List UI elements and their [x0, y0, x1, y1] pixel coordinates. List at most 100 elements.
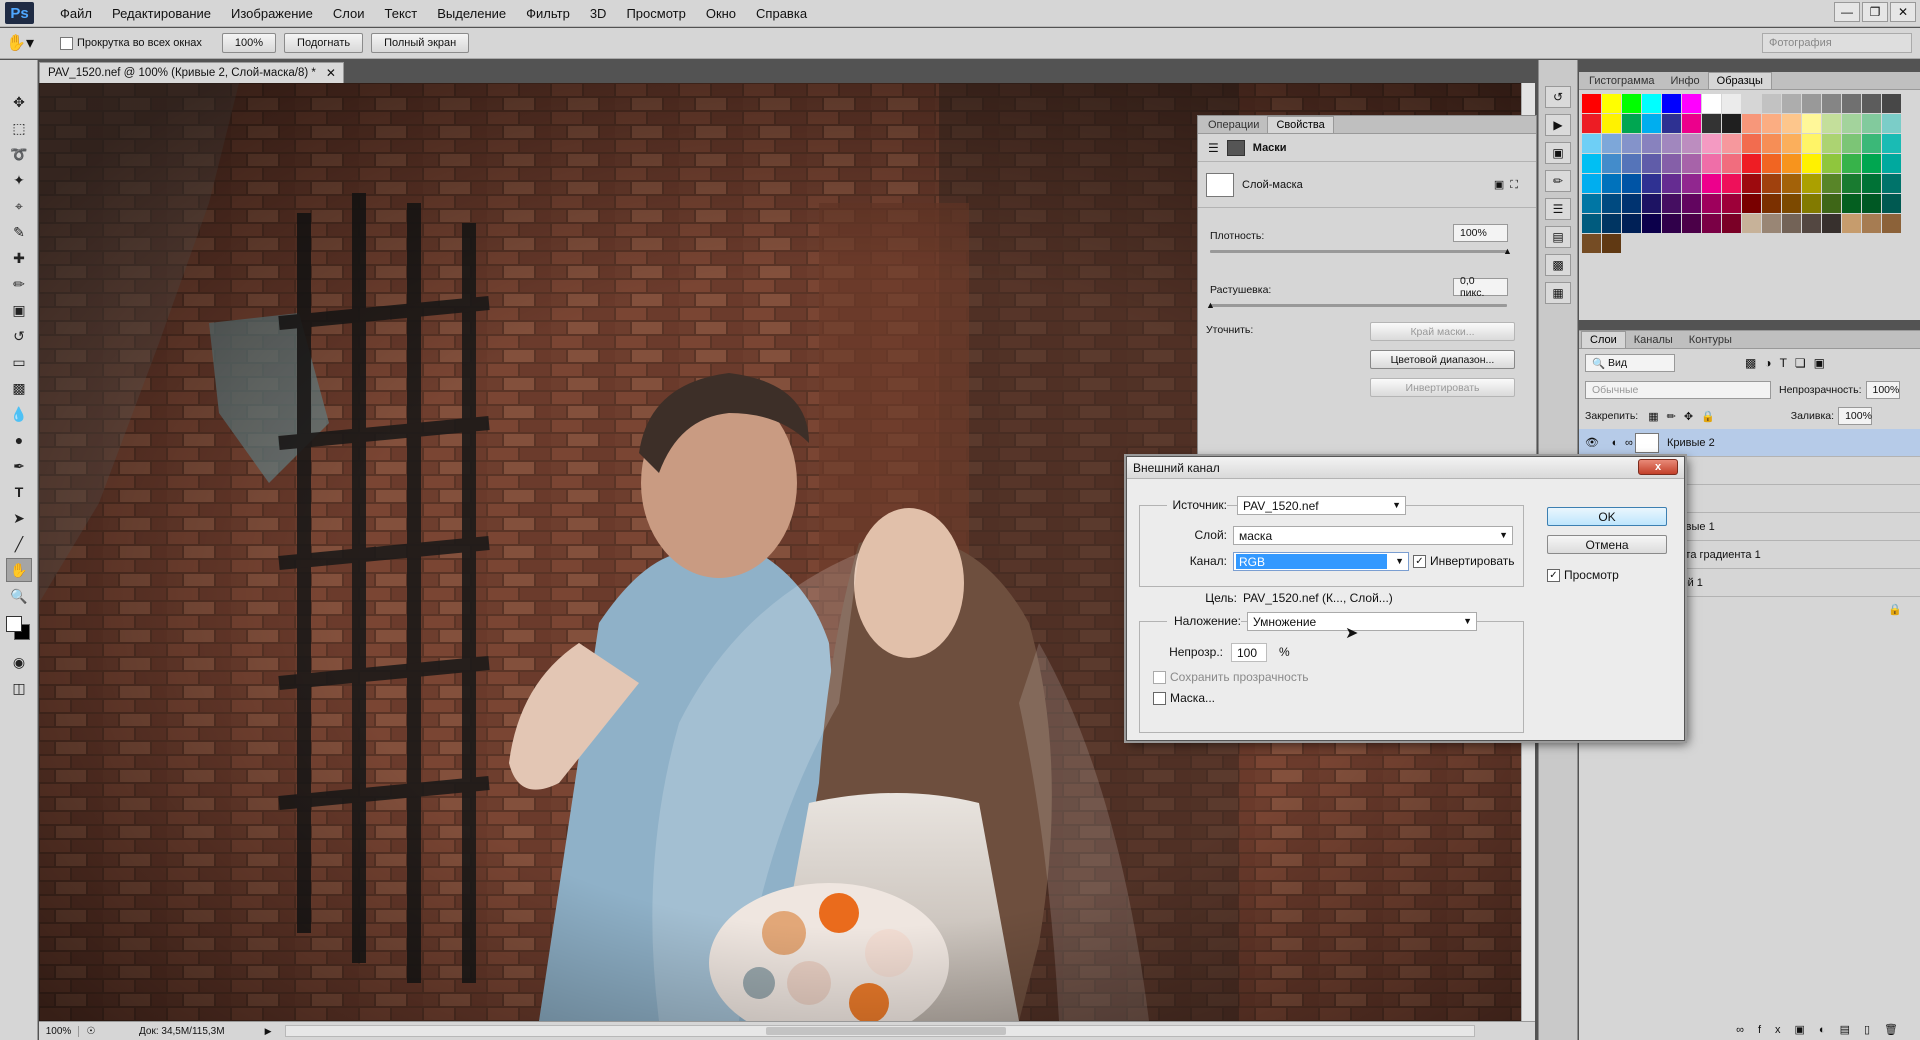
menu-view[interactable]: Просмотр: [616, 6, 695, 21]
color-swatch[interactable]: [1642, 94, 1661, 113]
quick-mask-icon[interactable]: ◉: [6, 650, 32, 674]
color-swatch[interactable]: [1842, 194, 1861, 213]
color-swatch[interactable]: [1662, 214, 1681, 233]
hand-tool-preset-icon[interactable]: ✋▾: [0, 33, 40, 53]
color-swatch[interactable]: [1822, 114, 1841, 133]
feather-slider[interactable]: [1210, 304, 1507, 307]
menu-help[interactable]: Справка: [746, 6, 817, 21]
color-swatch[interactable]: [1642, 134, 1661, 153]
menu-edit[interactable]: Редактирование: [102, 6, 221, 21]
color-swatch[interactable]: [1882, 134, 1901, 153]
clone-source-icon[interactable]: ▤: [1545, 226, 1571, 248]
color-swatch[interactable]: [1642, 174, 1661, 193]
type-tool-icon[interactable]: T: [6, 480, 32, 504]
color-swatch[interactable]: [1802, 174, 1821, 193]
pen-tool-icon[interactable]: ✒: [6, 454, 32, 478]
dialog-title-bar[interactable]: Внешний канал x: [1127, 457, 1684, 479]
color-swatch[interactable]: [1762, 214, 1781, 233]
color-swatch[interactable]: [1822, 154, 1841, 173]
color-swatch[interactable]: [1822, 174, 1841, 193]
history-icon[interactable]: ↺: [1545, 86, 1571, 108]
color-swatch[interactable]: [1842, 114, 1861, 133]
color-swatch[interactable]: [1582, 174, 1601, 193]
color-swatch[interactable]: [1802, 214, 1821, 233]
color-swatch[interactable]: [1802, 114, 1821, 133]
color-swatch[interactable]: [1862, 194, 1881, 213]
path-select-tool-icon[interactable]: ➤: [6, 506, 32, 530]
close-tab-icon[interactable]: ✕: [326, 66, 336, 80]
layer-select[interactable]: маска ▼: [1233, 526, 1513, 545]
color-swatch[interactable]: [1842, 174, 1861, 193]
color-swatch[interactable]: [1682, 214, 1701, 233]
feather-field[interactable]: 0,0 пикс.: [1453, 275, 1508, 299]
color-swatch[interactable]: [1862, 94, 1881, 113]
checkbox-box[interactable]: ✓: [1547, 568, 1560, 582]
tab-swatches[interactable]: Образцы: [1707, 72, 1772, 89]
dialog-close-button[interactable]: x: [1638, 459, 1678, 475]
mask-mode-icon[interactable]: [1226, 139, 1245, 156]
color-swatch[interactable]: [1642, 154, 1661, 173]
color-swatch[interactable]: [1642, 214, 1661, 233]
color-swatch[interactable]: [1742, 134, 1761, 153]
color-swatch[interactable]: [1622, 154, 1641, 173]
color-swatch[interactable]: [1702, 174, 1721, 193]
blend-select[interactable]: Умножение ▼: [1247, 612, 1477, 631]
color-swatch[interactable]: [1582, 194, 1601, 213]
color-swatch[interactable]: [1722, 134, 1741, 153]
preview-checkbox[interactable]: ✓ Просмотр: [1547, 568, 1619, 582]
color-swatch[interactable]: [1862, 114, 1881, 133]
lock-icons[interactable]: ▦✏✥🔒: [1648, 410, 1723, 423]
color-swatch[interactable]: [1882, 114, 1901, 133]
marquee-tool-icon[interactable]: ⬚: [6, 116, 32, 140]
color-swatch[interactable]: [1622, 194, 1641, 213]
restore-icon[interactable]: ❐: [1862, 2, 1888, 22]
color-swatch[interactable]: [1782, 174, 1801, 193]
color-swatch[interactable]: [1582, 214, 1601, 233]
history-brush-tool-icon[interactable]: ↺: [6, 324, 32, 348]
color-swatch[interactable]: [1722, 94, 1741, 113]
color-swatch[interactable]: [1702, 94, 1721, 113]
brush-presets-icon[interactable]: ✏: [1545, 170, 1571, 192]
color-swatch[interactable]: [1742, 214, 1761, 233]
color-swatch[interactable]: [1782, 134, 1801, 153]
color-swatch[interactable]: [1582, 114, 1601, 133]
color-swatch[interactable]: [1762, 154, 1781, 173]
color-swatch[interactable]: [1602, 194, 1621, 213]
move-tool-icon[interactable]: ✥: [6, 90, 32, 114]
color-swatch[interactable]: [1802, 154, 1821, 173]
color-swatch[interactable]: [1682, 94, 1701, 113]
color-swatch[interactable]: [1662, 134, 1681, 153]
gradient-tool-icon[interactable]: ▩: [6, 376, 32, 400]
color-swatch[interactable]: [1802, 94, 1821, 113]
fit-screen-button[interactable]: Подогнать: [284, 33, 364, 53]
full-screen-button[interactable]: Полный экран: [371, 33, 470, 53]
mask-type-icons[interactable]: ▣⛶: [1494, 178, 1524, 192]
color-swatch[interactable]: [1842, 154, 1861, 173]
brush-tool-icon[interactable]: ✏: [6, 272, 32, 296]
feather-slider-knob[interactable]: ▲: [1206, 300, 1215, 310]
color-swatch[interactable]: [1762, 134, 1781, 153]
stamp-tool-icon[interactable]: ▣: [6, 298, 32, 322]
color-swatch[interactable]: [1662, 114, 1681, 133]
color-swatch[interactable]: [1762, 174, 1781, 193]
color-swatch[interactable]: [1622, 114, 1641, 133]
chain-icon[interactable]: ∞: [1625, 437, 1635, 449]
color-swatch[interactable]: [1682, 174, 1701, 193]
menu-select[interactable]: Выделение: [427, 6, 516, 21]
layer-filter-select[interactable]: 🔍 Вид: [1585, 354, 1675, 372]
checkbox-box[interactable]: [1153, 691, 1166, 705]
color-swatch[interactable]: [1682, 134, 1701, 153]
color-swatch[interactable]: [1842, 134, 1861, 153]
tab-properties[interactable]: Свойства: [1267, 116, 1334, 133]
actions-play-icon[interactable]: ▶: [1545, 114, 1571, 136]
color-swatch[interactable]: [1602, 214, 1621, 233]
eye-icon[interactable]: 👁: [1579, 436, 1605, 449]
mask-thumbnail[interactable]: [1635, 432, 1659, 453]
mask-thumbnail[interactable]: [1206, 172, 1234, 197]
color-swatch[interactable]: [1602, 134, 1621, 153]
adjustment-settings-icon[interactable]: ☰: [1208, 141, 1219, 155]
blur-tool-icon[interactable]: 💧: [6, 402, 32, 426]
close-icon[interactable]: ✕: [1890, 2, 1916, 22]
menu-layers[interactable]: Слои: [323, 6, 375, 21]
color-swatch[interactable]: [1622, 94, 1641, 113]
